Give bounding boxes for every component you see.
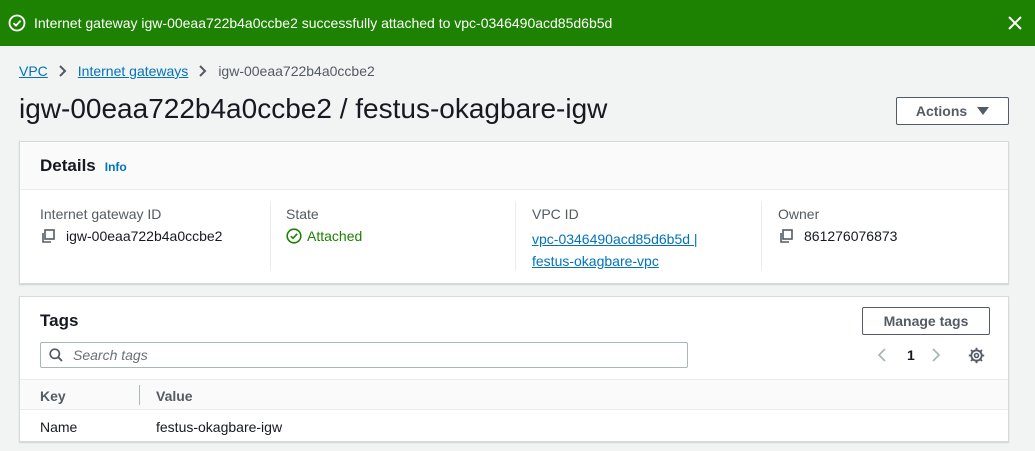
tag-key-cell: Name (40, 419, 78, 435)
table-row: Name festus-okagbare-igw (20, 410, 1008, 442)
column-divider (270, 202, 271, 270)
tags-table-header: Key Value (20, 379, 1008, 410)
search-icon (49, 348, 63, 362)
field-value: 861276076873 (804, 228, 898, 244)
details-title: Details (40, 155, 96, 175)
column-divider (515, 202, 516, 270)
field-label: Owner (778, 206, 820, 222)
state-value: Attached (307, 228, 363, 244)
details-header: Details Info (20, 142, 1008, 190)
field-owner: Owner 861276076873 (778, 206, 897, 274)
tags-panel: Tags Manage tags 1 Key Value Name festus… (19, 296, 1009, 442)
copy-icon[interactable] (778, 228, 794, 244)
column-resizer[interactable] (139, 385, 140, 405)
chevron-right-icon[interactable] (929, 348, 943, 362)
success-circle-icon (286, 228, 302, 244)
flash-message: Internet gateway igw-00eaa722b4a0ccbe2 s… (34, 15, 613, 31)
pagination: 1 (875, 345, 985, 365)
chevron-right-icon (58, 65, 68, 77)
vpc-name-link[interactable]: festus-okagbare-vpc (532, 250, 698, 272)
actions-dropdown-button[interactable]: Actions (896, 97, 1009, 125)
field-state: State Attached (286, 206, 362, 274)
details-panel: Details Info Internet gateway ID igw-00e… (19, 141, 1009, 284)
gear-icon[interactable] (968, 347, 985, 364)
breadcrumb-link-vpc[interactable]: VPC (19, 63, 48, 79)
field-value: igw-00eaa722b4a0ccbe2 (66, 228, 223, 244)
field-label: Internet gateway ID (40, 206, 162, 222)
column-header-value[interactable]: Value (156, 388, 193, 404)
copy-icon[interactable] (40, 228, 56, 244)
field-igw-id: Internet gateway ID igw-00eaa722b4a0ccbe… (40, 206, 222, 274)
close-icon[interactable] (1007, 15, 1023, 31)
chevron-left-icon[interactable] (875, 348, 889, 362)
field-vpc-id: VPC ID vpc-0346490acd85d6b5d | festus-ok… (532, 206, 698, 274)
success-circle-icon (8, 14, 26, 32)
field-label: State (286, 206, 319, 222)
details-fields: Internet gateway ID igw-00eaa722b4a0ccbe… (20, 190, 1008, 284)
actions-button-label: Actions (915, 103, 968, 119)
breadcrumb-current: igw-00eaa722b4a0ccbe2 (218, 63, 375, 79)
info-link[interactable]: Info (105, 160, 127, 174)
page-number[interactable]: 1 (907, 347, 915, 363)
search-tags-field[interactable] (40, 342, 688, 368)
field-label: VPC ID (532, 206, 579, 222)
page-title: igw-00eaa722b4a0ccbe2 / festus-okagbare-… (19, 93, 608, 124)
manage-tags-button[interactable]: Manage tags (862, 307, 990, 335)
breadcrumb: VPC Internet gateways igw-00eaa722b4a0cc… (19, 62, 375, 80)
column-header-key[interactable]: Key (40, 388, 66, 404)
chevron-right-icon (198, 65, 208, 77)
tags-title: Tags (40, 311, 79, 330)
search-tags-input[interactable] (73, 347, 653, 363)
breadcrumb-link-internet-gateways[interactable]: Internet gateways (78, 63, 189, 79)
caret-down-icon (977, 106, 990, 116)
vpc-id-link[interactable]: vpc-0346490acd85d6b5d | (532, 228, 698, 250)
column-divider (761, 202, 762, 270)
success-flash-banner: Internet gateway igw-00eaa722b4a0ccbe2 s… (0, 0, 1035, 46)
tag-value-cell: festus-okagbare-igw (156, 419, 283, 435)
